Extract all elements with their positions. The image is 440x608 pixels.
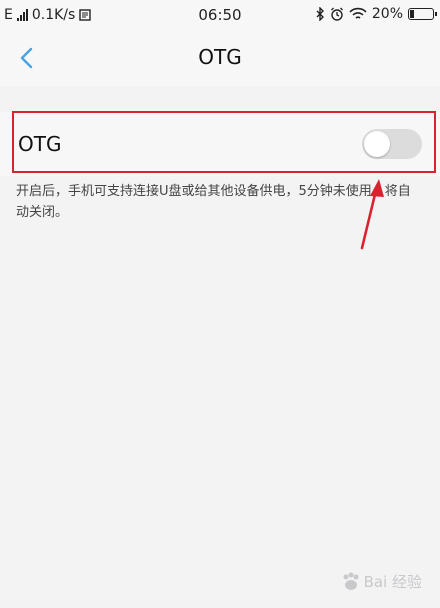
wifi-icon — [349, 7, 367, 19]
status-right: 20% — [315, 6, 437, 22]
toggle-knob — [364, 131, 390, 157]
alarm-icon — [330, 7, 343, 21]
status-bar: E 0.1K/s 06:50 20% — [0, 0, 440, 30]
annotation-arrow — [360, 179, 384, 250]
bluetooth-icon — [316, 7, 324, 21]
otg-toggle[interactable] — [362, 129, 422, 159]
watermark-text: Bai 经验 — [363, 573, 422, 591]
otg-description: 开启后，手机可支持连接U盘或给其他设备供电，5分钟未使用，将自动关闭。 — [16, 184, 411, 220]
paw-icon — [343, 572, 359, 590]
header-bar: OTG — [0, 30, 440, 86]
watermark: Bai 经验 — [340, 571, 422, 592]
otg-setting-row[interactable]: OTG — [0, 112, 440, 176]
battery-level — [410, 10, 415, 18]
otg-label: OTG — [18, 132, 62, 156]
battery-icon — [408, 8, 437, 20]
battery-percent: 20% — [371, 6, 403, 22]
page-title: OTG — [198, 45, 242, 69]
